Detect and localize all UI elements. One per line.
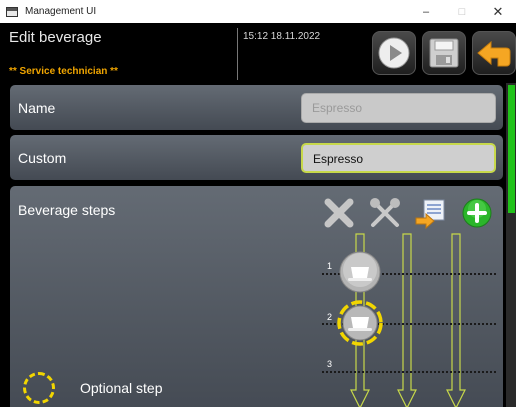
datetime: 15:12 18.11.2022 xyxy=(243,31,321,42)
optional-step-ring-icon xyxy=(23,372,55,404)
beverage-steps-panel: Beverage steps 1 2 3 Optional step xyxy=(10,186,503,407)
back-arrow-icon xyxy=(477,40,511,67)
step-2-cup-icon[interactable] xyxy=(337,300,383,346)
optional-step-legend: Optional step xyxy=(23,372,163,404)
scrollbar-thumb[interactable] xyxy=(508,85,515,213)
custom-label: Custom xyxy=(18,150,67,166)
step-number: 2 xyxy=(327,312,332,322)
save-button[interactable] xyxy=(422,31,466,75)
step-number: 1 xyxy=(327,261,332,271)
custom-name-input[interactable]: Espresso xyxy=(301,143,496,173)
optional-step-label: Optional step xyxy=(80,380,163,396)
page-title: Edit beverage xyxy=(9,29,102,46)
close-button[interactable]: ✕ xyxy=(480,0,516,23)
main-content: Name Espresso Custom Espresso Beverage s… xyxy=(0,83,516,407)
floppy-disk-icon xyxy=(429,38,459,68)
header-divider xyxy=(237,28,238,80)
delete-icon[interactable] xyxy=(322,196,356,230)
tools-icon[interactable] xyxy=(368,196,402,230)
back-button[interactable] xyxy=(472,31,516,75)
step-number: 3 xyxy=(327,359,332,369)
name-field: Espresso xyxy=(301,93,496,123)
minimize-button[interactable]: – xyxy=(408,0,444,23)
app-header: Edit beverage ** Service technician ** 1… xyxy=(0,23,516,83)
app-window-icon xyxy=(6,6,18,17)
play-button[interactable] xyxy=(372,31,416,75)
play-icon xyxy=(378,37,410,69)
import-icon[interactable] xyxy=(414,196,448,230)
name-row: Name Espresso xyxy=(10,85,503,130)
custom-row: Custom Espresso xyxy=(10,135,503,180)
user-role: ** Service technician ** xyxy=(9,66,118,77)
window-title-bar: Management UI – □ ✕ xyxy=(0,0,516,23)
window-title: Management UI xyxy=(25,6,97,17)
name-label: Name xyxy=(18,100,56,116)
step-1-cup-icon[interactable] xyxy=(339,251,381,293)
maximize-button[interactable]: □ xyxy=(444,0,480,23)
add-icon[interactable] xyxy=(460,196,494,230)
